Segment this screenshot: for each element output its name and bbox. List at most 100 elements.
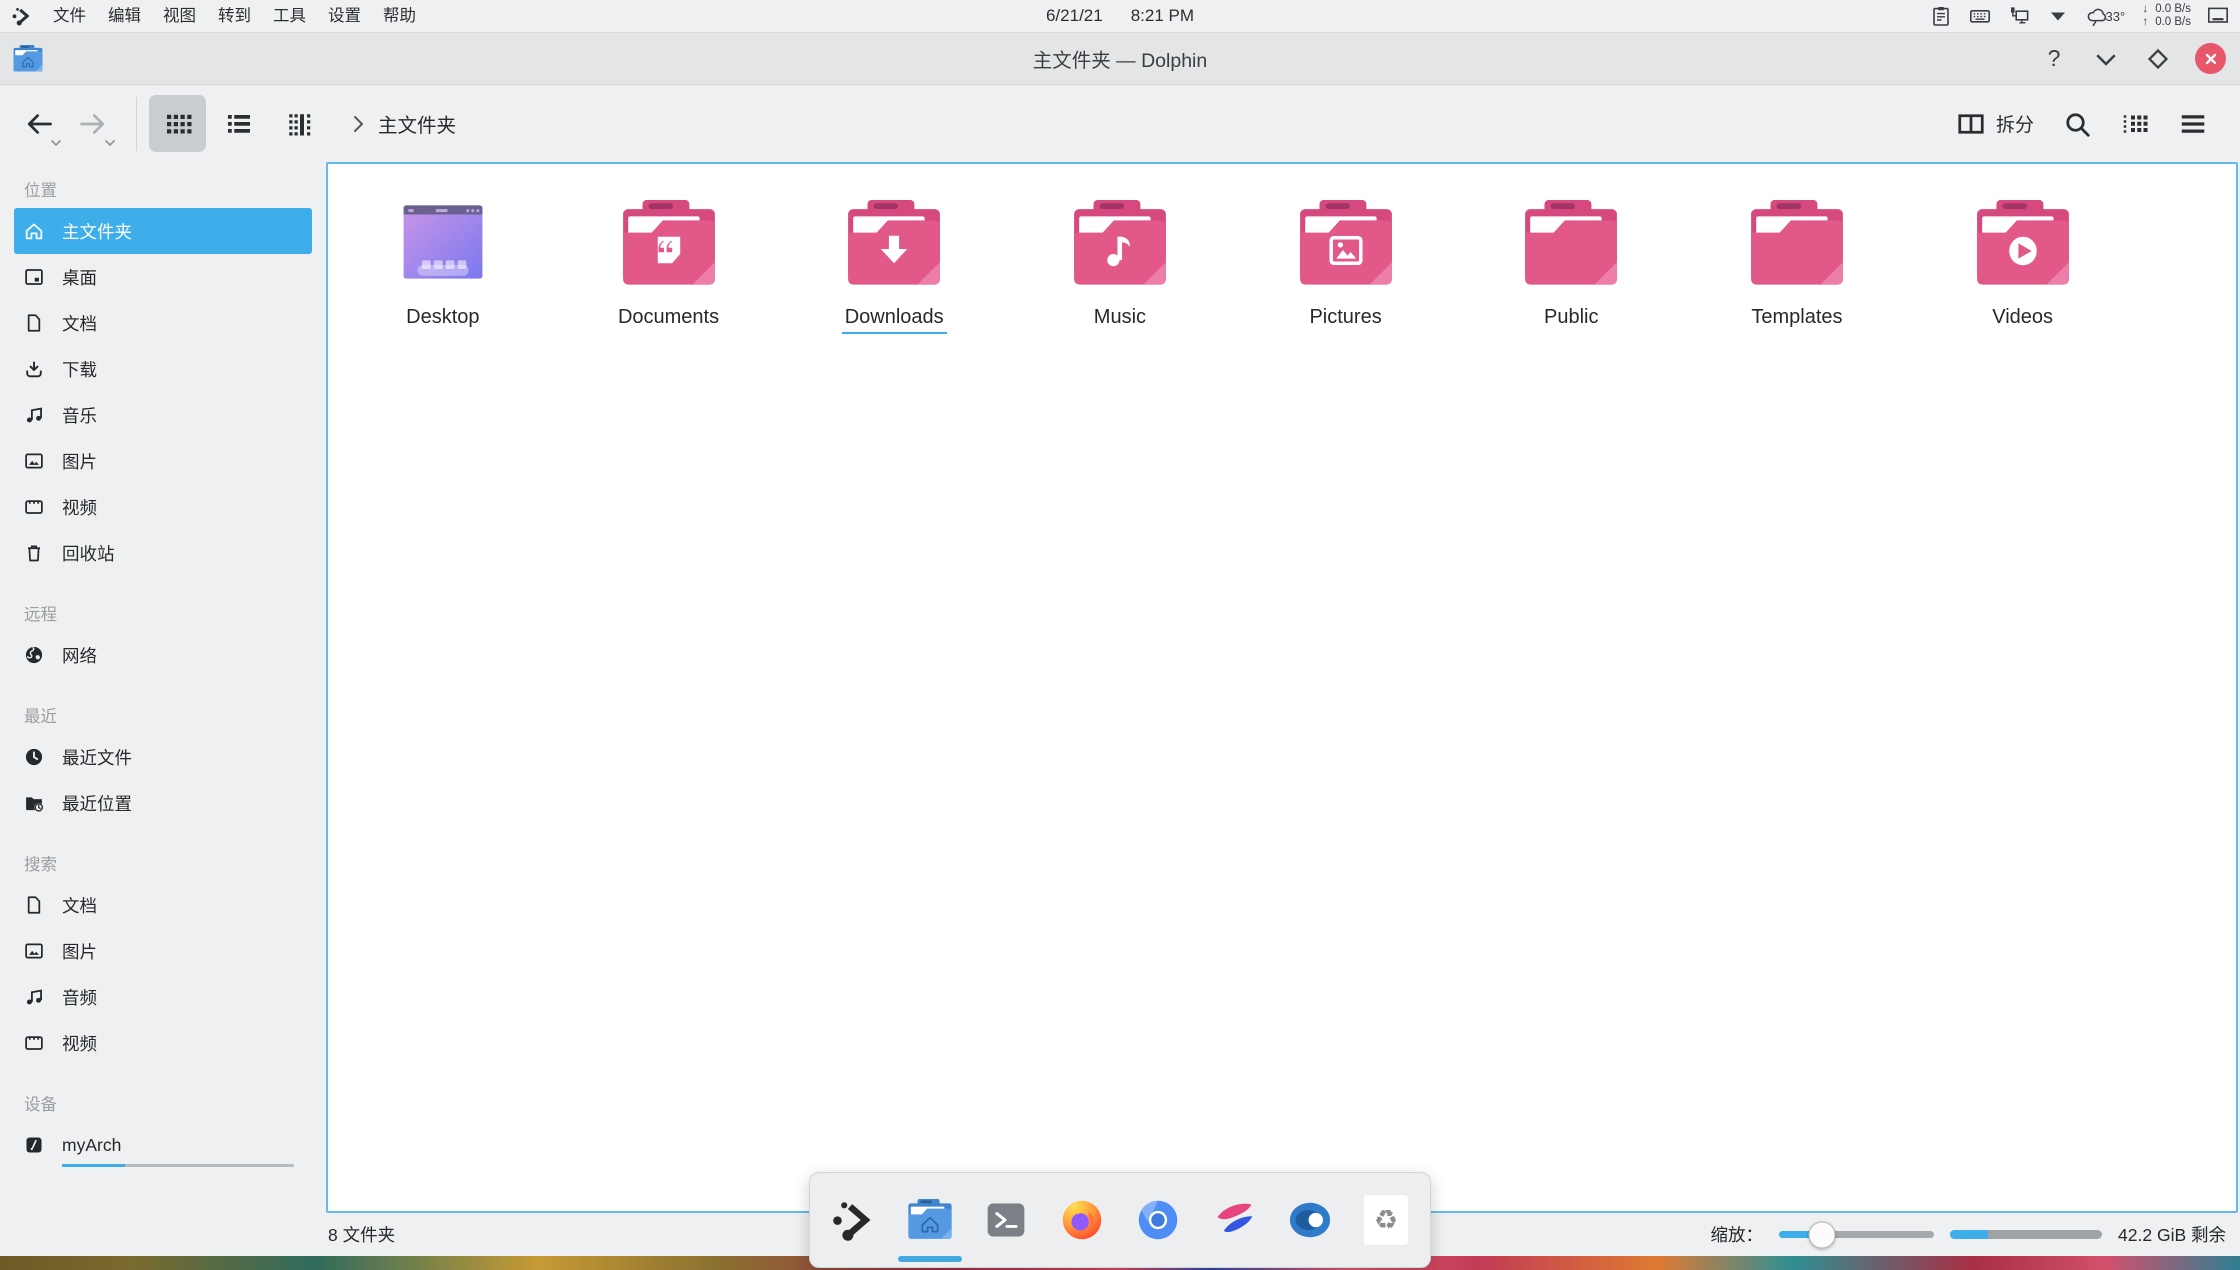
folder-label: Pictures — [1306, 306, 1384, 332]
device-usage-bar — [62, 1164, 294, 1167]
network-connections-icon[interactable] — [2007, 4, 2031, 28]
folder-item-pictures[interactable]: Pictures — [1233, 190, 1459, 334]
sidebar-item-music[interactable]: 音乐 — [14, 392, 312, 438]
kde-launcher-icon — [830, 1196, 878, 1244]
sidebar-section-search: 搜索文档图片音频视频 — [0, 852, 326, 1066]
forward-button[interactable] — [70, 95, 116, 153]
menu-edit[interactable]: 编辑 — [97, 0, 152, 33]
dock-item-elisa[interactable] — [1210, 1196, 1258, 1244]
folder-label: Desktop — [403, 306, 482, 332]
music-icon — [23, 986, 45, 1008]
sidebar-item-search-documents[interactable]: 文档 — [14, 882, 312, 928]
system-tray: 33°↓0.0 B/s↑0.0 B/s — [1929, 0, 2240, 33]
sidebar-item-search-audio[interactable]: 音频 — [14, 974, 312, 1020]
clock-icon — [23, 746, 45, 768]
maximize-button[interactable] — [2143, 44, 2173, 74]
clipboard-icon[interactable] — [1929, 4, 1953, 28]
folder-clock-icon — [23, 792, 45, 814]
search-icon[interactable] — [2062, 109, 2092, 139]
window-folder-home-icon[interactable] — [12, 44, 44, 74]
sidebar-item-documents[interactable]: 文档 — [14, 300, 312, 346]
weather-temp: 33° — [2106, 9, 2126, 24]
folder-item-templates[interactable]: Templates — [1684, 190, 1910, 334]
dock-item-trash[interactable]: ♻ — [1362, 1196, 1410, 1244]
back-arrow-icon — [23, 108, 55, 140]
dock-item-dolphin[interactable] — [906, 1196, 954, 1244]
dock-item-kde-launcher[interactable] — [830, 1196, 878, 1244]
sidebar-header-remote: 远程 — [0, 602, 326, 628]
folder-label: Downloads — [842, 306, 947, 334]
upload-speed: 0.0 B/s — [2155, 16, 2191, 29]
hamburger-menu-icon[interactable] — [2178, 109, 2208, 139]
folder-item-documents[interactable]: Documents — [556, 190, 782, 334]
places-panel: 位置主文件夹桌面文档下载音乐图片视频回收站远程网络最近最近文件最近位置搜索文档图… — [0, 162, 326, 1213]
split-view-button[interactable]: 拆分 — [1956, 109, 2034, 139]
folder-grid: Desktop Documents Downloads Music Pictures Pu… — [328, 164, 2236, 334]
folder-downloads-icon — [843, 190, 945, 300]
dock-item-chromium[interactable] — [1134, 1196, 1182, 1244]
menu-file[interactable]: 文件 — [42, 0, 97, 33]
folder-label: Music — [1091, 306, 1149, 332]
caret-down-icon[interactable] — [2046, 4, 2070, 28]
show-desktop-icon[interactable] — [2206, 4, 2230, 28]
folder-view[interactable]: Desktop Documents Downloads Music Pictures Pu… — [326, 162, 2238, 1213]
dock-item-konsole[interactable] — [982, 1196, 1030, 1244]
keyboard-icon[interactable] — [1968, 4, 1992, 28]
sidebar-section-devices: 设备myArch — [0, 1092, 326, 1168]
breadcrumb[interactable]: 主文件夹 — [378, 109, 456, 138]
back-caret-icon — [50, 139, 62, 147]
dock-item-firefox[interactable] — [1058, 1196, 1106, 1244]
sidebar-item-label: 音乐 — [62, 403, 97, 428]
menu-settings[interactable]: 设置 — [317, 0, 372, 33]
sidebar-item-downloads[interactable]: 下载 — [14, 346, 312, 392]
view-mode-compact-button[interactable] — [210, 95, 267, 152]
sidebar-item-device-myarch[interactable]: myArch — [14, 1122, 312, 1168]
folder-item-music[interactable]: Music — [1007, 190, 1233, 334]
upload-speed-icon: ↑ — [2140, 16, 2150, 29]
view-mode-details-button[interactable] — [271, 95, 328, 152]
sidebar-item-pictures[interactable]: 图片 — [14, 438, 312, 484]
icon-size-icon[interactable] — [2120, 109, 2150, 139]
sidebar-item-recent-locations[interactable]: 最近位置 — [14, 780, 312, 826]
elisa-icon — [1210, 1196, 1258, 1244]
konsole-icon — [982, 1196, 1030, 1244]
zoom-slider-handle[interactable] — [1809, 1221, 1836, 1248]
sidebar-item-trash[interactable]: 回收站 — [14, 530, 312, 576]
zoom-slider[interactable] — [1779, 1231, 1934, 1238]
net-speed-indicator[interactable]: ↓0.0 B/s↑0.0 B/s — [2140, 3, 2191, 29]
folder-item-videos[interactable]: Videos — [1910, 190, 2136, 334]
sidebar-item-search-videos[interactable]: 视频 — [14, 1020, 312, 1066]
folder-item-desktop[interactable]: Desktop — [330, 190, 556, 334]
trash-recycle-icon: ♻ — [1362, 1196, 1410, 1244]
sidebar-item-label: 视频 — [62, 1031, 97, 1056]
view-mode-icons-button[interactable] — [149, 95, 206, 152]
minimize-button[interactable] — [2091, 44, 2121, 74]
menu-go[interactable]: 转到 — [207, 0, 262, 33]
close-button[interactable] — [2195, 43, 2226, 74]
toolbar-right: 拆分 — [1956, 109, 2224, 139]
help-button[interactable]: ? — [2039, 44, 2069, 74]
icons-view-icon — [163, 109, 193, 139]
menu-tools[interactable]: 工具 — [262, 0, 317, 33]
sidebar-item-desktop[interactable]: 桌面 — [14, 254, 312, 300]
download-speed: 0.0 B/s — [2155, 3, 2191, 16]
kde-logo-icon[interactable] — [12, 6, 32, 26]
image-icon — [23, 940, 45, 962]
sidebar-item-search-images[interactable]: 图片 — [14, 928, 312, 974]
weather-widget[interactable]: 33° — [2085, 4, 2126, 28]
dock-item-webcam-app[interactable] — [1286, 1196, 1334, 1244]
sidebar-item-recent-files[interactable]: 最近文件 — [14, 734, 312, 780]
sidebar-item-network[interactable]: 网络 — [14, 632, 312, 678]
close-x-icon — [2199, 47, 2223, 71]
folder-item-downloads[interactable]: Downloads — [781, 190, 1007, 334]
sidebar-item-videos[interactable]: 视频 — [14, 484, 312, 530]
sidebar-item-home[interactable]: 主文件夹 — [14, 208, 312, 254]
download-icon — [23, 358, 45, 380]
folder-item-public[interactable]: Public — [1458, 190, 1684, 334]
sidebar-item-label: 桌面 — [62, 265, 97, 290]
back-button[interactable] — [16, 95, 62, 153]
clock-widget[interactable]: 6/21/21 8:21 PM — [1046, 0, 1194, 33]
menu-help[interactable]: 帮助 — [372, 0, 427, 33]
titlebar[interactable]: 主文件夹 — Dolphin ? — [0, 33, 2240, 85]
menu-view[interactable]: 视图 — [152, 0, 207, 33]
